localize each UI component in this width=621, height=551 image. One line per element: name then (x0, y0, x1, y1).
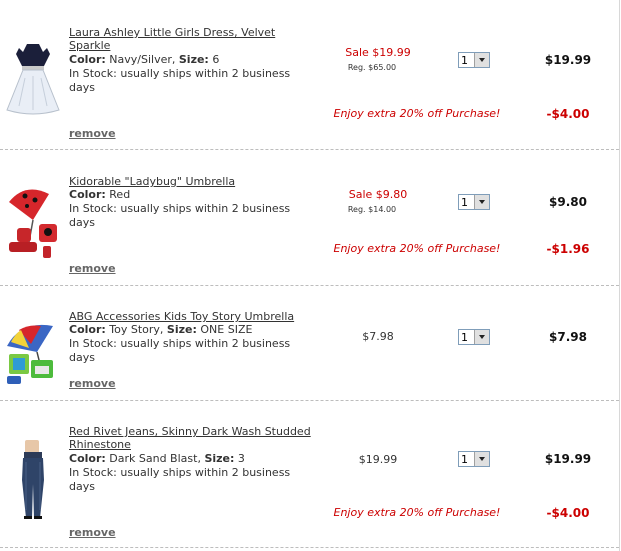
color-value: Dark Sand Blast, (109, 452, 201, 465)
color-label: Color: (69, 53, 106, 66)
dress-thumbnail[interactable] (3, 38, 63, 118)
line-total: $7.98 (549, 330, 587, 344)
shopping-cart: Laura Ashley Little Girls Dress, Velvet … (0, 0, 620, 551)
size-label: Size: (178, 53, 209, 66)
size-value: ONE SIZE (200, 323, 253, 336)
product-name-link[interactable]: Red Rivet Jeans, Skinny Dark Wash Studde… (69, 425, 319, 451)
stock-status: In Stock: usually ships within 2 busines… (69, 466, 291, 493)
regular-price: Reg. $14.00 (347, 205, 397, 214)
chevron-down-icon[interactable] (474, 452, 489, 466)
chevron-down-icon[interactable] (474, 195, 489, 209)
sale-price: Sale $19.99 (345, 46, 411, 59)
stock-status: In Stock: usually ships within 2 busines… (69, 337, 291, 364)
quantity-select[interactable]: 1 (458, 451, 490, 467)
quantity-select[interactable]: 1 (458, 52, 490, 68)
remove-link[interactable]: remove (69, 526, 116, 539)
jeans-thumbnail[interactable] (3, 440, 63, 520)
size-label: Size: (204, 452, 235, 465)
stock-status: In Stock: usually ships within 2 busines… (69, 67, 291, 94)
product-name-link[interactable]: Laura Ashley Little Girls Dress, Velvet … (69, 26, 319, 52)
unit-price: $19.99 (358, 453, 398, 466)
product-name-link[interactable]: Kidorable "Ladybug" Umbrella (69, 175, 319, 188)
chevron-down-icon[interactable] (474, 53, 489, 67)
quantity-select[interactable]: 1 (458, 194, 490, 210)
color-value: Navy/Silver, (109, 53, 176, 66)
row-divider (0, 149, 619, 150)
line-total: $19.99 (544, 53, 592, 67)
product-attributes: Color: Dark Sand Blast, Size: 3 (69, 452, 319, 466)
color-label: Color: (69, 188, 106, 201)
sale-price: Sale $9.80 (348, 188, 408, 201)
promo-text: Enjoy extra 20% off Purchase! (333, 242, 501, 255)
umbrella-thumbnail[interactable] (3, 180, 63, 260)
product-attributes: Color: Red (69, 188, 319, 202)
row-divider (0, 285, 619, 286)
quantity-value: 1 (461, 196, 468, 209)
remove-link[interactable]: remove (69, 127, 116, 140)
regular-price: Reg. $65.00 (347, 63, 397, 72)
color-value: Red (109, 188, 131, 201)
discount-amount: -$1.96 (546, 242, 590, 256)
color-value: Toy Story, (109, 323, 164, 336)
row-divider (0, 400, 619, 401)
line-total: $9.80 (549, 195, 587, 209)
remove-link[interactable]: remove (69, 377, 116, 390)
discount-amount: -$4.00 (546, 107, 590, 121)
line-total: $19.99 (544, 452, 592, 466)
unit-price: $7.98 (362, 330, 394, 343)
chevron-down-icon[interactable] (474, 330, 489, 344)
discount-amount: -$4.00 (546, 506, 590, 520)
size-value: 6 (212, 53, 220, 66)
quantity-value: 1 (461, 54, 468, 67)
product-attributes: Color: Navy/Silver, Size: 6 (69, 53, 319, 67)
product-attributes: Color: Toy Story, Size: ONE SIZE (69, 323, 319, 337)
quantity-value: 1 (461, 331, 468, 344)
color-label: Color: (69, 323, 106, 336)
color-label: Color: (69, 452, 106, 465)
remove-link[interactable]: remove (69, 262, 116, 275)
promo-text: Enjoy extra 20% off Purchase! (333, 506, 501, 519)
quantity-select[interactable]: 1 (458, 329, 490, 345)
quantity-value: 1 (461, 453, 468, 466)
row-divider (0, 547, 619, 548)
promo-text: Enjoy extra 20% off Purchase! (333, 107, 501, 120)
stock-status: In Stock: usually ships within 2 busines… (69, 202, 291, 229)
size-label: Size: (166, 323, 197, 336)
product-name-link[interactable]: ABG Accessories Kids Toy Story Umbrella (69, 310, 319, 323)
umbrella-thumbnail[interactable] (3, 313, 63, 393)
size-value: 3 (237, 452, 245, 465)
